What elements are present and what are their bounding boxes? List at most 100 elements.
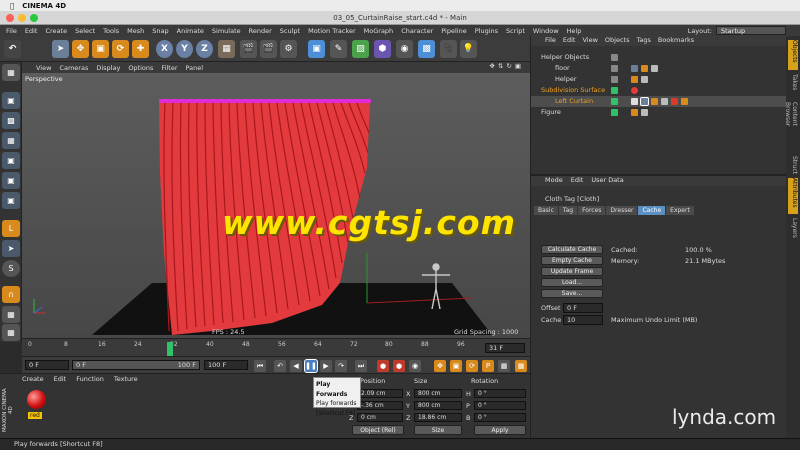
tag-icon[interactable] [651,98,658,105]
menu-edit[interactable]: Edit [25,27,38,35]
tag-icon[interactable] [661,98,668,105]
tab-forces[interactable]: Forces [578,206,606,215]
y-axis-button[interactable]: Y [176,40,193,58]
material-menu-texture[interactable]: Texture [114,375,138,383]
objmgr-menu-edit[interactable]: Edit [563,36,576,46]
edges-mode-icon[interactable]: ▣ [2,172,20,189]
calculate-cache-button[interactable]: Calculate Cache [541,245,603,254]
end-frame-field[interactable]: 100 F [204,360,248,370]
viewport-nav-icons[interactable]: ✥⇅↻▣ [490,62,524,70]
current-frame-field[interactable]: 31 F [485,343,525,353]
side-tab-takes[interactable]: Takes [788,74,798,98]
tag-icon[interactable] [631,98,638,105]
prev-frame-icon[interactable]: ◀ [290,360,302,372]
offset-field[interactable]: 0 F [563,303,603,313]
material-name[interactable]: red [28,412,42,419]
key-scale-icon[interactable]: ▣ [450,360,462,372]
workplane-icon[interactable]: ▦ [2,132,20,149]
menu-simulate[interactable]: Simulate [212,27,241,35]
tag-icon[interactable] [641,65,648,72]
visibility-dots[interactable] [611,65,618,72]
apply-button[interactable]: Apply [474,425,526,435]
material-menu-edit[interactable]: Edit [54,375,67,383]
material-menu-create[interactable]: Create [22,375,44,383]
cache-field[interactable]: 10 [563,315,603,325]
lock-workplane-icon[interactable]: ▦ [2,324,20,341]
autokey-icon[interactable]: ● [393,360,405,372]
cube-icon[interactable]: ▣ [308,40,325,58]
side-tab-content-browser[interactable]: Content Browser [784,102,798,152]
material-tag-icon[interactable] [631,87,638,94]
enable-check-icon[interactable] [611,109,618,116]
z-axis-button[interactable]: Z [196,40,213,58]
render-settings-icon[interactable]: ⚙ [280,40,297,58]
tag-icon[interactable] [681,98,688,105]
tweak-mode-icon[interactable]: ➤ [2,240,20,257]
rotate-icon[interactable]: ⟳ [112,40,129,58]
enable-check-icon[interactable] [611,98,618,105]
attr-menu-edit[interactable]: Edit [571,176,584,186]
key-rotation-icon[interactable]: ⟳ [466,360,478,372]
tag-icon[interactable] [671,98,678,105]
start-frame-field[interactable]: 0 F [25,360,69,370]
camera-icon[interactable]: 🎥 [440,40,457,58]
viewport-menu-view[interactable]: View [36,64,51,72]
tab-expert[interactable]: Expert [666,206,694,215]
workplane-grid-icon[interactable]: ▦ [2,306,20,323]
array-icon[interactable]: ⬢ [374,40,391,58]
polygons-mode-icon[interactable]: ▣ [2,192,20,209]
attr-menu-mode[interactable]: Mode [545,176,563,186]
side-tab-layers[interactable]: Layers [788,218,798,244]
tag-icon[interactable] [641,76,648,83]
make-editable-icon[interactable]: ▦ [2,64,20,81]
coordinate-mode-select[interactable]: Object (Rel) [352,425,404,435]
coordinate-system-icon[interactable]: ▦ [218,40,235,58]
model-mode-icon[interactable]: ▣ [2,92,20,109]
empty-cache-button[interactable]: Empty Cache [541,256,603,265]
object-row-helper[interactable]: Helper [531,74,787,85]
menu-render[interactable]: Render [249,27,272,35]
menu-sculpt[interactable]: Sculpt [280,27,300,35]
subdivision-icon[interactable]: ▨ [352,40,369,58]
x-axis-button[interactable]: X [156,40,173,58]
move-icon[interactable]: ✥ [72,40,89,58]
menu-mesh[interactable]: Mesh [127,27,144,35]
preview-range-slider[interactable]: 0 F 100 F [72,360,200,370]
viewport-menu-cameras[interactable]: Cameras [59,64,88,72]
recent-tool-icon[interactable]: ✚ [132,40,149,58]
render-picture-viewer-icon[interactable]: 🎬 [260,40,277,58]
menu-snap[interactable]: Snap [152,27,168,35]
load-cache-button[interactable]: Load... [541,278,603,287]
objmgr-menu-view[interactable]: View [582,36,597,46]
menu-tools[interactable]: Tools [103,27,119,35]
menu-create[interactable]: Create [45,27,67,35]
update-frame-button[interactable]: Update Frame [541,267,603,276]
tab-dresser[interactable]: Dresser [606,206,638,215]
attr-menu-user-data[interactable]: User Data [591,176,623,186]
menu-pipeline[interactable]: Pipeline [441,27,466,35]
object-row-floor[interactable]: floor [531,63,787,74]
goto-start-icon[interactable]: ⏮ [254,360,266,372]
tag-icon[interactable] [641,109,648,116]
menu-motion-tracker[interactable]: Motion Tracker [308,27,356,35]
apple-icon[interactable]:  [10,2,14,10]
material-menu-function[interactable]: Function [76,375,104,383]
visibility-dots[interactable] [611,54,618,61]
viewport-menu-display[interactable]: Display [96,64,120,72]
next-key-icon[interactable]: ↷ [335,360,347,372]
next-frame-icon[interactable]: ▶ [320,360,332,372]
goto-end-icon[interactable]: ⏭ [355,360,367,372]
magnet-icon[interactable]: ∩ [2,286,20,303]
object-row-subdivision-surface[interactable]: Subdivision Surface [531,85,787,96]
record-key-icon[interactable]: ● [377,360,389,372]
tab-basic[interactable]: Basic [534,206,558,215]
menu-help[interactable]: Help [567,27,582,35]
viewport-menu-options[interactable]: Options [128,64,153,72]
play-forwards-button[interactable]: ❚❚ [304,359,318,373]
texture-mode-icon[interactable]: ▩ [2,112,20,129]
material-swatch[interactable] [27,390,46,409]
timeline[interactable]: 0 8 16 24 32 40 48 56 64 72 80 88 96 31 … [22,338,530,356]
key-param-icon[interactable]: P [482,360,494,372]
menu-select[interactable]: Select [75,27,95,35]
pos-z-field[interactable]: 0 cm [357,413,403,422]
